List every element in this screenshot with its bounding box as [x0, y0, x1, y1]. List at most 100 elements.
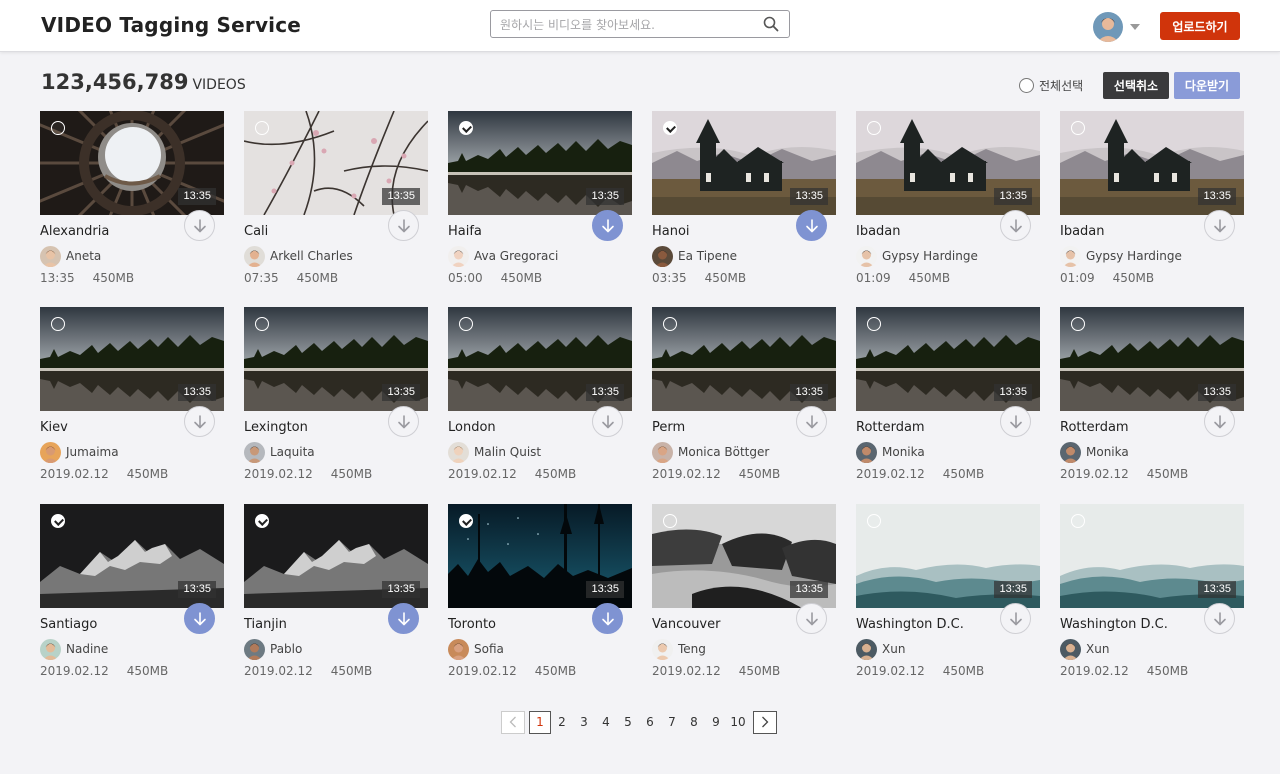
video-title[interactable]: Hanoi	[652, 224, 690, 239]
video-card[interactable]: 13:35 Tianjin Pablo 2019.02.12 450MB	[244, 504, 428, 694]
select-all-radio[interactable]	[1019, 78, 1034, 93]
video-card[interactable]: 13:35 Hanoi Ea Tipene 03:35 450MB	[652, 111, 836, 301]
page-link-2[interactable]: 2	[551, 711, 573, 734]
video-author[interactable]: Teng	[652, 638, 706, 660]
video-title[interactable]: Washington D.C.	[856, 617, 964, 632]
video-card[interactable]: 13:35 Santiago Nadine 2019.02.12 450MB	[40, 504, 224, 694]
checked-circle-icon[interactable]	[255, 514, 269, 528]
checked-circle-icon[interactable]	[663, 121, 677, 135]
download-arrow-icon[interactable]	[1000, 210, 1031, 241]
page-link-8[interactable]: 8	[683, 711, 705, 734]
download-arrow-icon[interactable]	[388, 603, 419, 634]
unchecked-circle-icon[interactable]	[1071, 317, 1085, 331]
video-author[interactable]: Xun	[1060, 638, 1109, 660]
unchecked-circle-icon[interactable]	[867, 317, 881, 331]
video-title[interactable]: Ibadan	[856, 224, 901, 239]
download-arrow-icon[interactable]	[184, 406, 215, 437]
page-link-10[interactable]: 10	[727, 711, 749, 734]
video-title[interactable]: Ibadan	[1060, 224, 1105, 239]
download-arrow-icon[interactable]	[796, 210, 827, 241]
video-author[interactable]: Aneta	[40, 245, 101, 267]
video-card[interactable]: 13:35 Alexandria Aneta 13:35 450MB	[40, 111, 224, 301]
video-card[interactable]: 13:35 Kiev Jumaima 2019.02.12 450MB	[40, 307, 224, 497]
video-author[interactable]: Jumaima	[40, 441, 119, 463]
video-title[interactable]: Rotterdam	[856, 420, 925, 435]
checked-circle-icon[interactable]	[51, 514, 65, 528]
page-link-1[interactable]: 1	[529, 710, 551, 734]
video-title[interactable]: Vancouver	[652, 617, 720, 632]
unchecked-circle-icon[interactable]	[459, 317, 473, 331]
deselect-button[interactable]: 선택취소	[1103, 72, 1169, 99]
download-arrow-icon[interactable]	[796, 603, 827, 634]
download-arrow-icon[interactable]	[796, 406, 827, 437]
video-title[interactable]: Haifa	[448, 224, 482, 239]
page-link-6[interactable]: 6	[639, 711, 661, 734]
video-card[interactable]: 13:35 Ibadan Gypsy Hardinge 01:09 450MB	[856, 111, 1040, 301]
video-card[interactable]: 13:35 Haifa Ava Gregoraci 05:00 450MB	[448, 111, 632, 301]
video-author[interactable]: Malin Quist	[448, 441, 541, 463]
page-link-5[interactable]: 5	[617, 711, 639, 734]
video-title[interactable]: London	[448, 420, 496, 435]
video-author[interactable]: Pablo	[244, 638, 302, 660]
checked-circle-icon[interactable]	[459, 514, 473, 528]
page-link-3[interactable]: 3	[573, 711, 595, 734]
unchecked-circle-icon[interactable]	[51, 317, 65, 331]
search-box[interactable]	[490, 10, 790, 38]
page-link-9[interactable]: 9	[705, 711, 727, 734]
download-arrow-icon[interactable]	[184, 210, 215, 241]
unchecked-circle-icon[interactable]	[1071, 121, 1085, 135]
video-author[interactable]: Laquita	[244, 441, 315, 463]
video-author[interactable]: Monica Bӧttger	[652, 441, 769, 463]
video-author[interactable]: Xun	[856, 638, 905, 660]
video-author[interactable]: Nadine	[40, 638, 108, 660]
download-arrow-icon[interactable]	[1204, 603, 1235, 634]
page-link-4[interactable]: 4	[595, 711, 617, 734]
unchecked-circle-icon[interactable]	[867, 121, 881, 135]
video-card[interactable]: 13:35 Perm Monica Bӧttger 2019.02.12 450M…	[652, 307, 836, 497]
video-title[interactable]: Kiev	[40, 420, 68, 435]
video-author[interactable]: Gypsy Hardinge	[856, 245, 978, 267]
video-title[interactable]: Perm	[652, 420, 685, 435]
select-all-toggle[interactable]: 전체선택	[1019, 77, 1083, 94]
video-title[interactable]: Alexandria	[40, 224, 109, 239]
video-title[interactable]: Tianjin	[244, 617, 287, 632]
video-card[interactable]: 13:35 Cali Arkell Charles 07:35 450MB	[244, 111, 428, 301]
next-page-button[interactable]	[753, 710, 777, 734]
video-title[interactable]: Santiago	[40, 617, 97, 632]
video-card[interactable]: 13:35 Rotterdam Monika 2019.02.12 450MB	[856, 307, 1040, 497]
download-arrow-icon[interactable]	[1000, 406, 1031, 437]
video-author[interactable]: Monika	[1060, 441, 1129, 463]
video-title[interactable]: Rotterdam	[1060, 420, 1129, 435]
video-card[interactable]: 13:35 Toronto Sofia 2019.02.12 450MB	[448, 504, 632, 694]
user-avatar[interactable]	[1093, 12, 1123, 42]
upload-button[interactable]: 업로드하기	[1160, 12, 1240, 40]
download-arrow-icon[interactable]	[1204, 406, 1235, 437]
download-arrow-icon[interactable]	[388, 406, 419, 437]
download-arrow-icon[interactable]	[592, 406, 623, 437]
search-input[interactable]	[500, 15, 755, 35]
download-arrow-icon[interactable]	[388, 210, 419, 241]
video-title[interactable]: Lexington	[244, 420, 308, 435]
download-arrow-icon[interactable]	[592, 603, 623, 634]
unchecked-circle-icon[interactable]	[867, 514, 881, 528]
download-selected-button[interactable]: 다운받기	[1174, 72, 1240, 99]
video-author[interactable]: Monika	[856, 441, 925, 463]
video-title[interactable]: Toronto	[448, 617, 496, 632]
prev-page-button[interactable]	[501, 710, 525, 734]
download-arrow-icon[interactable]	[592, 210, 623, 241]
unchecked-circle-icon[interactable]	[1071, 514, 1085, 528]
video-card[interactable]: 13:35 Ibadan Gypsy Hardinge 01:09 450MB	[1060, 111, 1244, 301]
unchecked-circle-icon[interactable]	[663, 317, 677, 331]
unchecked-circle-icon[interactable]	[51, 121, 65, 135]
video-card[interactable]: 13:35 London Malin Quist 2019.02.12 450MB	[448, 307, 632, 497]
search-icon[interactable]	[763, 16, 779, 32]
page-link-7[interactable]: 7	[661, 711, 683, 734]
app-logo[interactable]: VIDEO Tagging Service	[41, 13, 301, 37]
download-arrow-icon[interactable]	[184, 603, 215, 634]
video-card[interactable]: 13:35 Washington D.C. Xun 2019.02.12 450M…	[856, 504, 1040, 694]
download-arrow-icon[interactable]	[1000, 603, 1031, 634]
unchecked-circle-icon[interactable]	[255, 121, 269, 135]
video-title[interactable]: Cali	[244, 224, 268, 239]
video-author[interactable]: Arkell Charles	[244, 245, 353, 267]
checked-circle-icon[interactable]	[459, 121, 473, 135]
